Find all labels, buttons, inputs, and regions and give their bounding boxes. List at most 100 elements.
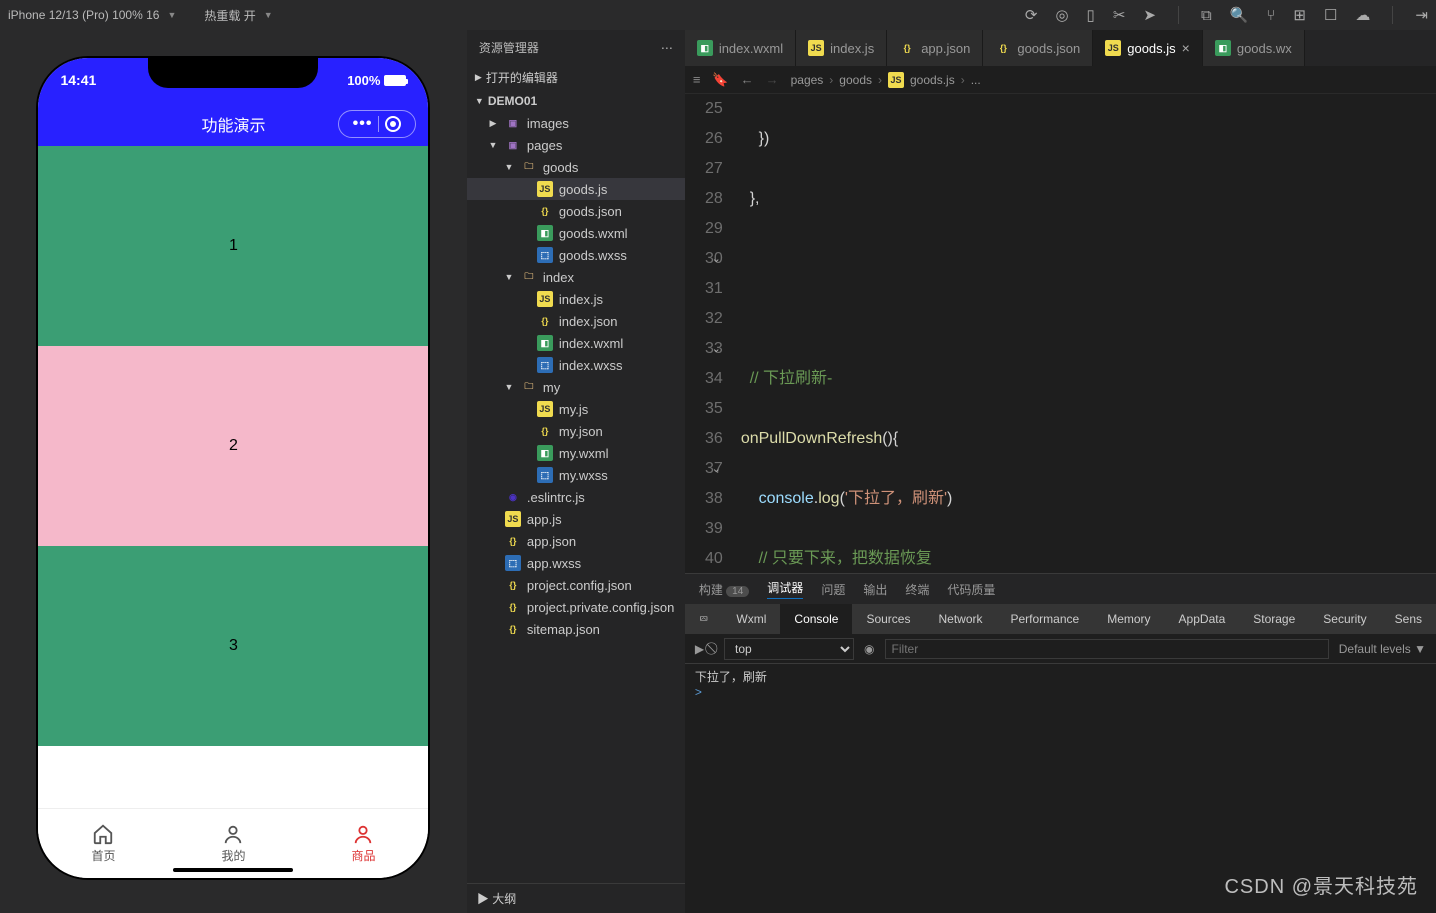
file-goods-js[interactable]: JSgoods.js xyxy=(467,178,685,200)
menu-icon[interactable]: ••• xyxy=(347,115,379,133)
file-goods-wxss[interactable]: ⬚goods.wxss xyxy=(467,244,685,266)
file-my-json[interactable]: {}my.json xyxy=(467,420,685,442)
status-battery: 100% xyxy=(347,73,406,88)
fold-icon[interactable]: ⌄ xyxy=(712,244,721,274)
back-icon[interactable]: ← xyxy=(741,72,754,87)
cloud-icon[interactable]: ☁ xyxy=(1355,6,1370,24)
refresh-icon[interactable]: ⟳ xyxy=(1025,6,1038,24)
tab-goods-wxss[interactable]: ◧goods.wx xyxy=(1203,30,1305,66)
folder-pages[interactable]: ▼▣pages xyxy=(467,134,685,156)
context-select[interactable]: top xyxy=(724,638,854,660)
file-app-js[interactable]: JSapp.js xyxy=(467,508,685,530)
file-goods-wxml[interactable]: ◧goods.wxml xyxy=(467,222,685,244)
breadcrumb[interactable]: pages› goods› JSgoods.js› ... xyxy=(791,72,981,88)
tab-appdata[interactable]: AppData xyxy=(1165,604,1240,634)
tab-home[interactable]: 首页 xyxy=(38,809,168,878)
reload-dropdown-icon[interactable]: ▼ xyxy=(264,10,273,20)
tab-label: 我的 xyxy=(221,847,245,864)
close-icon[interactable]: × xyxy=(1182,40,1190,56)
file-index-json[interactable]: {}index.json xyxy=(467,310,685,332)
file-index-wxss[interactable]: ⬚index.wxss xyxy=(467,354,685,376)
file-goods-json[interactable]: {}goods.json xyxy=(467,200,685,222)
forward-icon[interactable]: → xyxy=(766,72,779,87)
file-eslint[interactable]: ◉.eslintrc.js xyxy=(467,486,685,508)
fold-icon[interactable]: ⌄ xyxy=(712,454,721,484)
folder-goods[interactable]: ▼🗀goods xyxy=(467,156,685,178)
phone-body[interactable]: 1 2 3 xyxy=(38,146,428,808)
tab-goods-json[interactable]: {}goods.json xyxy=(983,30,1093,66)
file-projectprivate[interactable]: {}project.private.config.json xyxy=(467,596,685,618)
tab-index-wxml[interactable]: ◧index.wxml xyxy=(685,30,796,66)
code-area[interactable]: 2526272829 30⌄ 3132 33⌄ 343536 37⌄ 38394… xyxy=(685,94,1436,573)
tab-quality[interactable]: 代码质量 xyxy=(947,581,995,598)
tab-storage[interactable]: Storage xyxy=(1239,604,1309,634)
project-section[interactable]: ▼DEMO01 xyxy=(467,90,685,112)
box-icon[interactable]: ☐ xyxy=(1324,6,1337,24)
levels-select[interactable]: Default levels ▼ xyxy=(1339,642,1426,656)
folder-my[interactable]: ▼🗀my xyxy=(467,376,685,398)
file-app-json[interactable]: {}app.json xyxy=(467,530,685,552)
tab-output[interactable]: 输出 xyxy=(863,581,887,598)
folder-index[interactable]: ▼🗀index xyxy=(467,266,685,288)
list-item[interactable]: 3 xyxy=(38,546,428,746)
code-lines[interactable]: }) }, // 下拉刷新- onPullDownRefresh(){ cons… xyxy=(741,94,1436,573)
cut-icon[interactable]: ✂ xyxy=(1113,6,1126,24)
search-icon[interactable]: 🔍 xyxy=(1230,6,1249,24)
tab-console[interactable]: Console xyxy=(780,604,852,634)
tab-security[interactable]: Security xyxy=(1309,604,1380,634)
tab-problems[interactable]: 问题 xyxy=(821,581,845,598)
hot-reload-label[interactable]: 热重载 开 xyxy=(204,7,255,24)
list-item[interactable]: 1 xyxy=(38,146,428,346)
tab-memory[interactable]: Memory xyxy=(1093,604,1164,634)
console-output[interactable]: 下拉了，刷新 > xyxy=(685,664,1436,913)
file-my-wxml[interactable]: ◧my.wxml xyxy=(467,442,685,464)
filter-input[interactable] xyxy=(885,639,1329,659)
file-my-wxss[interactable]: ⬚my.wxss xyxy=(467,464,685,486)
list-icon[interactable]: ≡ xyxy=(693,72,701,87)
outline-section[interactable]: ▶ 大纲 xyxy=(467,883,685,913)
json-icon: {} xyxy=(505,533,521,549)
eye-icon[interactable]: ◉ xyxy=(864,642,874,656)
tab-goods[interactable]: 商品 xyxy=(298,809,428,878)
branch-icon[interactable]: ⑂ xyxy=(1266,7,1275,24)
pull-icon[interactable]: ⇥ xyxy=(1415,6,1428,24)
open-editors-section[interactable]: ▶打开的编辑器 xyxy=(467,65,685,90)
file-index-js[interactable]: JSindex.js xyxy=(467,288,685,310)
play-icon[interactable]: ▶ xyxy=(695,642,704,656)
tab-build[interactable]: 构建 14 xyxy=(699,581,749,598)
record-icon[interactable]: ◎ xyxy=(1055,6,1068,24)
file-sitemap[interactable]: {}sitemap.json xyxy=(467,618,685,640)
file-projectconfig[interactable]: {}project.config.json xyxy=(467,574,685,596)
folder-images[interactable]: ▶▣images xyxy=(467,112,685,134)
separator xyxy=(1178,6,1179,24)
tab-app-json[interactable]: {}app.json xyxy=(887,30,983,66)
device-icon[interactable]: ▯ xyxy=(1087,6,1095,24)
more-icon[interactable]: ⋯ xyxy=(661,41,673,55)
file-index-wxml[interactable]: ◧index.wxml xyxy=(467,332,685,354)
tab-goods-js[interactable]: JSgoods.js× xyxy=(1093,30,1203,66)
tab-performance[interactable]: Performance xyxy=(997,604,1094,634)
inspect-icon[interactable]: ⮹ xyxy=(685,604,723,634)
tab-network[interactable]: Network xyxy=(924,604,996,634)
extension-icon[interactable]: ⊞ xyxy=(1293,6,1306,24)
file-my-js[interactable]: JSmy.js xyxy=(467,398,685,420)
capsule-button[interactable]: ••• xyxy=(338,110,417,138)
bookmark-icon[interactable]: 🔖 xyxy=(712,72,728,88)
list-item[interactable]: 2 xyxy=(38,346,428,546)
tab-wxml[interactable]: Wxml xyxy=(722,604,780,634)
tab-terminal[interactable]: 终端 xyxy=(905,581,929,598)
tab-sensor[interactable]: Sens xyxy=(1381,604,1436,634)
arrow-icon[interactable]: ➤ xyxy=(1143,6,1156,24)
fold-icon[interactable]: ⌄ xyxy=(712,334,721,364)
device-dropdown-icon[interactable]: ▼ xyxy=(167,10,176,20)
tab-label: 商品 xyxy=(351,847,375,864)
close-icon[interactable] xyxy=(385,116,401,132)
tab-sources[interactable]: Sources xyxy=(852,604,924,634)
file-app-wxss[interactable]: ⬚app.wxss xyxy=(467,552,685,574)
device-label[interactable]: iPhone 12/13 (Pro) 100% 16 xyxy=(8,8,159,22)
files-icon[interactable]: ⧉ xyxy=(1201,7,1212,24)
tab-index-js[interactable]: JSindex.js xyxy=(796,30,887,66)
tab-debugger[interactable]: 调试器 xyxy=(767,579,803,599)
js-icon: JS xyxy=(537,291,553,307)
console-prompt[interactable]: > xyxy=(695,685,1426,699)
